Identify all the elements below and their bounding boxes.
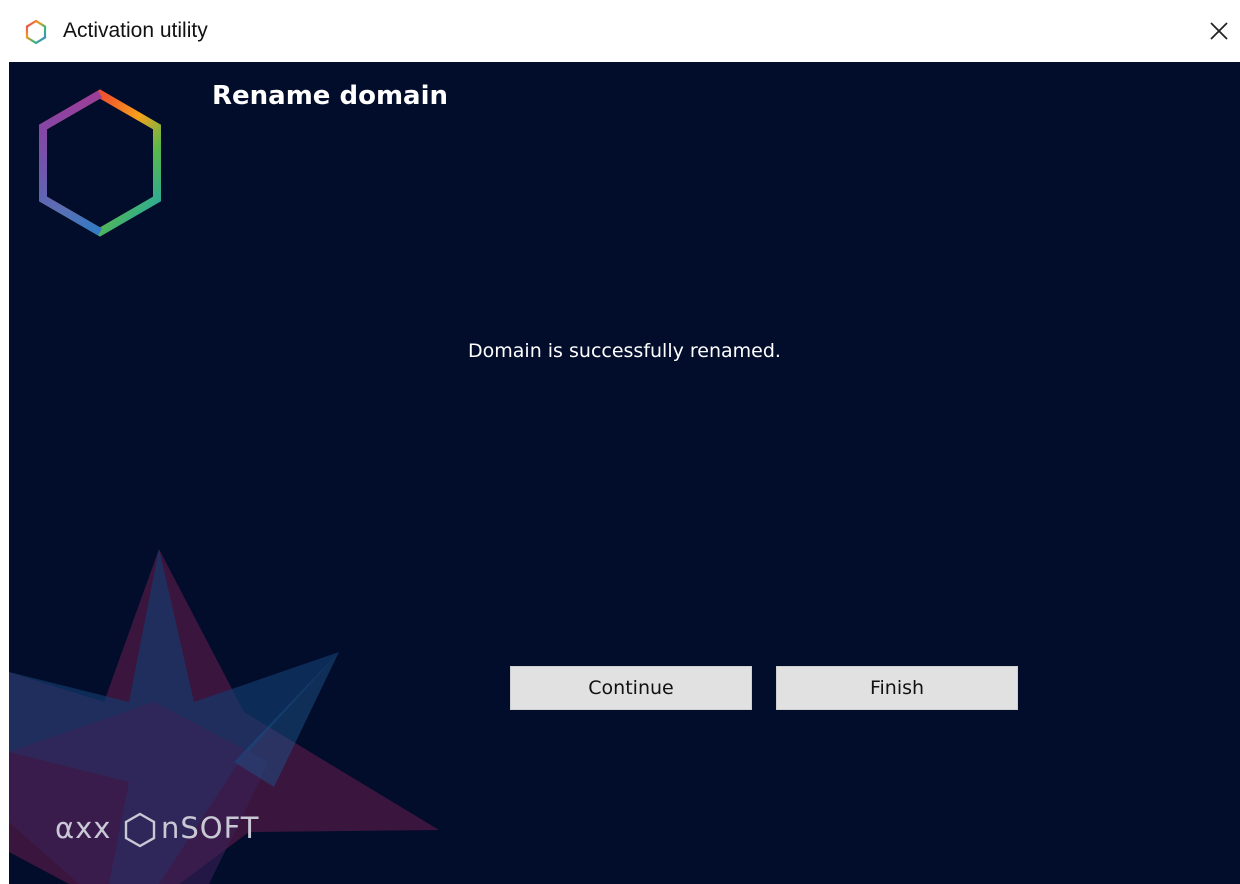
axxonsoft-hexagon-logo bbox=[34, 88, 166, 238]
svg-text:αxx: αxx bbox=[55, 811, 111, 845]
title-bar: Activation utility bbox=[0, 0, 1240, 62]
close-icon[interactable] bbox=[1200, 12, 1236, 48]
continue-button[interactable]: Continue bbox=[510, 666, 752, 710]
page-title: Rename domain bbox=[212, 81, 449, 111]
status-message: Domain is successfully renamed. bbox=[9, 338, 1240, 364]
dialog-body: Rename domain Domain is successfully ren… bbox=[9, 62, 1240, 884]
brand-logo: αxx nSOFT bbox=[55, 808, 315, 857]
activation-utility-window: Activation utility Rename domain Domain … bbox=[0, 0, 1240, 884]
decorative-star-background bbox=[9, 549, 439, 884]
svg-text:nSOFT: nSOFT bbox=[161, 811, 260, 845]
window-title: Activation utility bbox=[63, 19, 208, 42]
hexagon-icon bbox=[24, 19, 48, 45]
status-message-text: Domain is successfully renamed. bbox=[468, 340, 781, 362]
finish-button[interactable]: Finish bbox=[776, 666, 1018, 710]
